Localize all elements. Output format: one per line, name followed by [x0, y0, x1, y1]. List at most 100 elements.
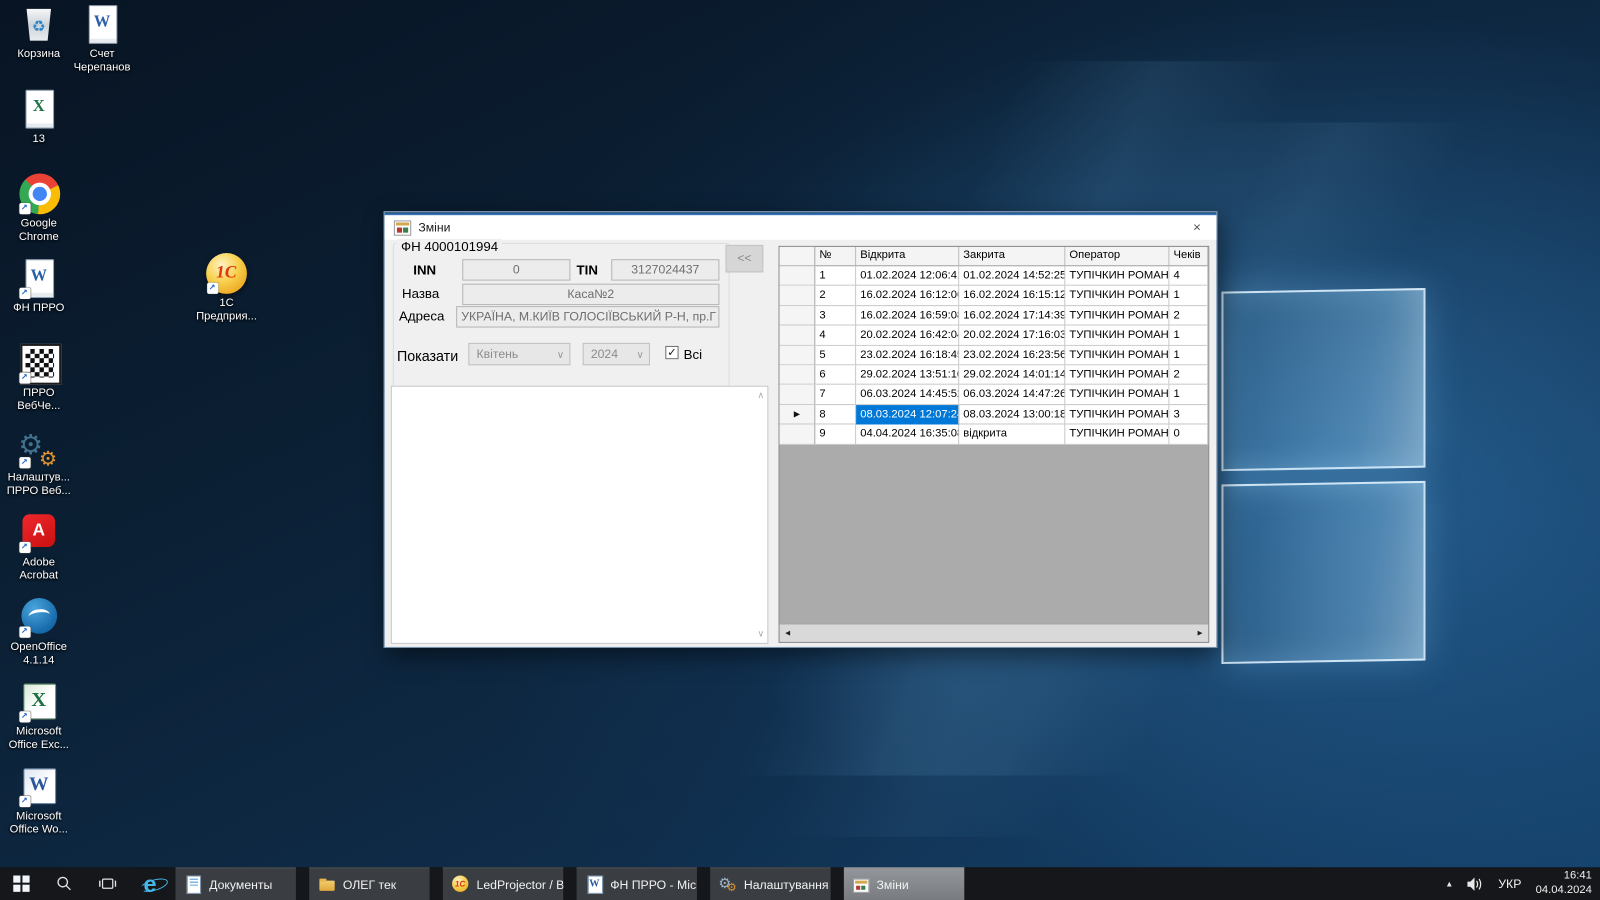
- cell-number[interactable]: 4: [815, 326, 856, 346]
- cell-number[interactable]: 3: [815, 306, 856, 326]
- cell-closed[interactable]: 16.02.2024 16:15:12: [959, 286, 1065, 306]
- cell-closed[interactable]: 29.02.2024 14:01:14: [959, 365, 1065, 385]
- cell-closed[interactable]: 23.02.2024 16:23:56: [959, 345, 1065, 365]
- table-horizontal-scrollbar[interactable]: ◄ ►: [780, 623, 1209, 641]
- hidden-icons-button[interactable]: ▲: [1445, 879, 1453, 888]
- table-row[interactable]: ▶ 8 08.03.2024 12:07:24 08.03.2024 13:00…: [780, 405, 1209, 425]
- row-header-cell[interactable]: [780, 286, 816, 306]
- desktop-icon[interactable]: Google Chrome: [2, 173, 75, 258]
- table-row[interactable]: 6 29.02.2024 13:51:10 29.02.2024 14:01:1…: [780, 365, 1209, 385]
- cell-closed[interactable]: відкрита: [959, 425, 1065, 445]
- row-header-cell[interactable]: [780, 385, 816, 405]
- cell-operator[interactable]: ТУПІЧКИН РОМАН ...: [1065, 286, 1169, 306]
- cell-operator[interactable]: ТУПІЧКИН РОМАН ...: [1065, 266, 1169, 286]
- row-header-cell[interactable]: [780, 326, 816, 346]
- cell-opened[interactable]: 08.03.2024 12:07:24: [856, 405, 959, 425]
- name-field[interactable]: Каса№2: [462, 284, 719, 305]
- cell-closed[interactable]: 08.03.2024 13:00:18: [959, 405, 1065, 425]
- row-header-cell[interactable]: ▶: [780, 405, 816, 425]
- address-field[interactable]: УКРАЇНА, М.КИЇВ ГОЛОСІЇВСЬКИЙ Р-Н, пр.Г: [456, 306, 719, 327]
- table-header-closed[interactable]: Закрита: [959, 247, 1065, 265]
- taskbar-app-button[interactable]: ОЛЕГ тек: [309, 867, 429, 900]
- taskbar-app-button[interactable]: Документы: [176, 867, 296, 900]
- row-header-cell[interactable]: [780, 266, 816, 286]
- inn-field[interactable]: 0: [462, 259, 570, 280]
- cell-number[interactable]: 6: [815, 365, 856, 385]
- cell-opened[interactable]: 16.02.2024 16:59:08: [856, 306, 959, 326]
- table-row[interactable]: 5 23.02.2024 16:18:45 23.02.2024 16:23:5…: [780, 345, 1209, 365]
- scroll-down-icon[interactable]: ∨: [758, 629, 765, 640]
- cell-checks[interactable]: 1: [1169, 345, 1208, 365]
- row-header-cell[interactable]: [780, 306, 816, 326]
- volume-icon[interactable]: [1468, 877, 1484, 890]
- month-select[interactable]: Квітень∨: [468, 343, 570, 365]
- desktop-icon[interactable]: 1С Предприя...: [190, 253, 263, 323]
- table-row[interactable]: 1 01.02.2024 12:06:41 01.02.2024 14:52:2…: [780, 266, 1209, 286]
- cell-operator[interactable]: ТУПІЧКИН РОМАН ...: [1065, 385, 1169, 405]
- scroll-up-icon[interactable]: ∧: [758, 390, 765, 401]
- table-row[interactable]: 9 04.04.2024 16:35:08 відкрита ТУПІЧКИН …: [780, 425, 1209, 445]
- table-row[interactable]: 7 06.03.2024 14:45:52 06.03.2024 14:47:2…: [780, 385, 1209, 405]
- cell-number[interactable]: 9: [815, 425, 856, 445]
- year-select[interactable]: 2024∨: [583, 343, 650, 365]
- cell-checks[interactable]: 1: [1169, 326, 1208, 346]
- search-button[interactable]: [43, 867, 86, 900]
- taskbar-app-button[interactable]: LedProjector / Busi...: [443, 867, 563, 900]
- cell-number[interactable]: 2: [815, 286, 856, 306]
- desktop-icon[interactable]: Microsoft Office Exc...: [2, 682, 75, 767]
- cell-checks[interactable]: 1: [1169, 286, 1208, 306]
- cell-operator[interactable]: ТУПІЧКИН РОМАН ...: [1065, 345, 1169, 365]
- cell-closed[interactable]: 01.02.2024 14:52:25: [959, 266, 1065, 286]
- cell-opened[interactable]: 01.02.2024 12:06:41: [856, 266, 959, 286]
- details-listbox[interactable]: ∧ ∨: [391, 386, 769, 644]
- cell-number[interactable]: 1: [815, 266, 856, 286]
- cell-operator[interactable]: ТУПІЧКИН РОМАН ...: [1065, 425, 1169, 445]
- row-header-cell[interactable]: [780, 365, 816, 385]
- cell-checks[interactable]: 0: [1169, 425, 1208, 445]
- internet-explorer-button[interactable]: e: [129, 867, 172, 900]
- all-checkbox[interactable]: ✓: [665, 346, 678, 359]
- cell-checks[interactable]: 1: [1169, 385, 1208, 405]
- cell-opened[interactable]: 23.02.2024 16:18:45: [856, 345, 959, 365]
- cell-closed[interactable]: 06.03.2024 14:47:26: [959, 385, 1065, 405]
- cell-operator[interactable]: ТУПІЧКИН РОМАН ...: [1065, 306, 1169, 326]
- desktop-icon[interactable]: OpenOffice 4.1.14: [2, 597, 75, 682]
- desktop[interactable]: Корзина 13 Google Chrome ФН ПРРО: [0, 0, 1600, 867]
- cell-opened[interactable]: 06.03.2024 14:45:52: [856, 385, 959, 405]
- cell-opened[interactable]: 29.02.2024 13:51:10: [856, 365, 959, 385]
- desktop-icon[interactable]: Microsoft Office Wo...: [2, 766, 75, 851]
- language-indicator[interactable]: УКР: [1498, 877, 1521, 891]
- taskbar-app-button[interactable]: Налаштування ПР...: [710, 867, 830, 900]
- tin-field[interactable]: 3127024437: [611, 259, 719, 280]
- desktop-icon[interactable]: 13: [2, 89, 75, 174]
- table-header-operator[interactable]: Оператор: [1065, 247, 1169, 265]
- desktop-icon[interactable]: ФН ПРРО: [2, 258, 75, 343]
- cell-closed[interactable]: 20.02.2024 17:16:03: [959, 326, 1065, 346]
- cell-opened[interactable]: 04.04.2024 16:35:08: [856, 425, 959, 445]
- scroll-left-icon[interactable]: ◄: [784, 629, 792, 638]
- table-header-checks[interactable]: Чеків: [1169, 247, 1208, 265]
- close-button[interactable]: ×: [1183, 217, 1212, 236]
- dialog-titlebar[interactable]: Зміни ×: [385, 215, 1217, 239]
- desktop-icon[interactable]: ПРРО ВебЧе...: [2, 343, 75, 428]
- cell-operator[interactable]: ТУПІЧКИН РОМАН ...: [1065, 365, 1169, 385]
- table-row[interactable]: 4 20.02.2024 16:42:04 20.02.2024 17:16:0…: [780, 326, 1209, 346]
- cell-number[interactable]: 5: [815, 345, 856, 365]
- taskbar-app-button[interactable]: ФН ПРРО - Micros...: [577, 867, 697, 900]
- cell-checks[interactable]: 3: [1169, 405, 1208, 425]
- row-header-cell[interactable]: [780, 425, 816, 445]
- desktop-icon[interactable]: Adobe Acrobat: [2, 512, 75, 597]
- row-header-cell[interactable]: [780, 345, 816, 365]
- scroll-right-icon[interactable]: ►: [1196, 629, 1204, 638]
- taskbar-app-button[interactable]: Зміни: [844, 867, 964, 900]
- collapse-button[interactable]: <<: [726, 245, 764, 273]
- cell-number[interactable]: 7: [815, 385, 856, 405]
- table-header-opened[interactable]: Відкрита: [856, 247, 959, 265]
- task-view-button[interactable]: [86, 867, 129, 900]
- desktop-icon[interactable]: Счет Черепанов: [65, 4, 138, 74]
- table-row[interactable]: 3 16.02.2024 16:59:08 16.02.2024 17:14:3…: [780, 306, 1209, 326]
- table-header-number[interactable]: №: [815, 247, 856, 265]
- cell-checks[interactable]: 4: [1169, 266, 1208, 286]
- cell-opened[interactable]: 20.02.2024 16:42:04: [856, 326, 959, 346]
- cell-closed[interactable]: 16.02.2024 17:14:39: [959, 306, 1065, 326]
